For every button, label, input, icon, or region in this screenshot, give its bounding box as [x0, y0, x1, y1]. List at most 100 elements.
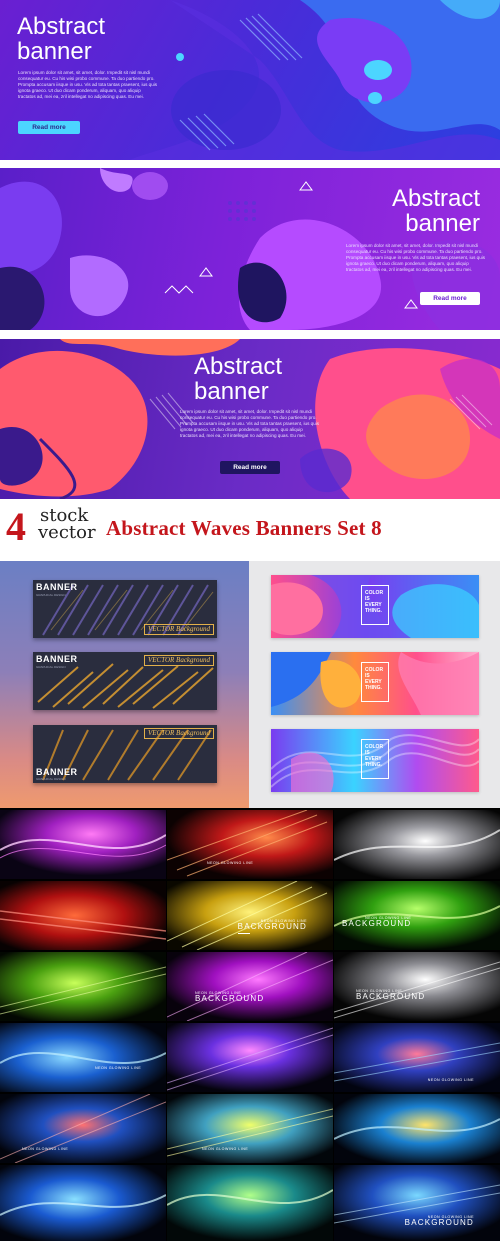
fluid-banner-3-line-4: THING. — [365, 762, 382, 768]
neon-tile-glow — [0, 1023, 166, 1092]
neon-tile — [167, 1023, 333, 1092]
neon-caption-line-1: NEON GLOWING LINE — [427, 1078, 474, 1082]
banner-1-title: Abstract banner — [17, 14, 105, 64]
fluid-banner-2: COLOR IS EVERY THING. — [271, 652, 479, 715]
neon-tile-glow — [167, 810, 333, 879]
neon-tile: NEON GLOWING LINE — [167, 1094, 333, 1163]
fluid-banner-1-line-4: THING. — [365, 608, 382, 614]
neon-tile-glow — [0, 810, 166, 879]
neon-tile-glow — [334, 952, 500, 1021]
banner-3-read-more-button[interactable]: Read more — [220, 461, 280, 474]
neon-tile-glow — [334, 1023, 500, 1092]
neon-caption-line-1: NEON GLOWING LINE — [202, 1147, 249, 1151]
fluid-banner-3: COLOR IS EVERY THING. — [271, 729, 479, 792]
neon-tile-glow — [167, 881, 333, 950]
texture-banner-1-sub: GRAPHICAL DESIGN — [36, 593, 66, 597]
neon-tile-glow — [0, 881, 166, 950]
neon-caption-line-2: BACKGROUND — [195, 994, 265, 1003]
banner-1-body: Lorem ipsum dolor sit amet, sit amet, do… — [18, 70, 158, 99]
neon-tile-glow — [167, 1094, 333, 1163]
neon-tile-glow — [167, 1165, 333, 1241]
neon-tile: NEON GLOWING LINE — [0, 1023, 166, 1092]
preview-page: Abstract banner Lorem ipsum dolor sit am… — [0, 0, 500, 1241]
texture-banner-2-label: BANNER — [36, 654, 78, 664]
logo-number: 4 — [6, 504, 26, 549]
neon-tile: NEON GLOWING LINE — [167, 810, 333, 879]
texture-banner-1: BANNER GRAPHICAL DESIGN VECTOR Backgroun… — [33, 580, 217, 638]
neon-tile — [0, 1165, 166, 1241]
neon-caption-underline — [237, 932, 250, 934]
texture-banner-3-label: BANNER — [36, 767, 78, 777]
banner-3-title: Abstract banner — [194, 354, 282, 404]
abstract-banner-2: Abstract banner Lorem ipsum dolor sit am… — [0, 168, 500, 330]
neon-caption-line-1: NEON GLOWING LINE — [22, 1147, 69, 1151]
neon-tile — [334, 810, 500, 879]
banner-3-title-line-1: Abstract — [194, 353, 283, 380]
neon-tile: NEON GLOWING LINE BACKGROUND — [334, 952, 500, 1021]
texture-banner-1-label: BANNER — [36, 582, 78, 592]
neon-tile-glow — [334, 810, 500, 879]
texture-banner-2-tag: VECTOR Background — [143, 655, 214, 666]
banner-2-title-line-1: Abstract — [391, 185, 480, 212]
neon-tile — [334, 1094, 500, 1163]
fluid-banner-3-textbox: COLOR IS EVERY THING. — [361, 739, 389, 779]
neon-caption: NEON GLOWING LINE — [202, 1147, 248, 1151]
neon-tile — [0, 952, 166, 1021]
neon-caption: NEON GLOWING LINE BACKGROUND — [195, 991, 264, 1003]
banner-1-title-line-1: Abstract — [17, 13, 106, 40]
texture-banner-3: BANNER GRAPHICAL DESIGN VECTOR Backgroun… — [33, 725, 217, 783]
neon-tile-glow — [167, 1023, 333, 1092]
neon-caption: NEON GLOWING LINE — [22, 1147, 68, 1151]
neon-caption-line-2: BACKGROUND — [404, 1218, 474, 1227]
abstract-banner-1: Abstract banner Lorem ipsum dolor sit am… — [0, 0, 500, 160]
banner-2-body: Lorem ipsum dolor sit amet, sit amet, do… — [346, 243, 486, 272]
texture-banner-1-tag: VECTOR Background — [143, 624, 214, 635]
fluid-banner-1-textbox: COLOR IS EVERY THING. — [361, 585, 389, 625]
neon-caption-line-1: NEON GLOWING LINE — [207, 861, 254, 865]
texture-banner-2: BANNER GRAPHICAL DESIGN VECTOR Backgroun… — [33, 652, 217, 710]
page-title: Abstract Waves Banners Set 8 — [106, 516, 382, 540]
fluid-banner-2-line-4: THING. — [365, 685, 382, 691]
texture-banners-preview: BANNER GRAPHICAL DESIGN VECTOR Backgroun… — [0, 561, 249, 808]
neon-tile: NEON GLOWING LINE — [0, 1094, 166, 1163]
neon-tile-glow — [167, 952, 333, 1021]
neon-tile-glow — [334, 1094, 500, 1163]
neon-caption: NEON GLOWING LINE — [95, 1066, 141, 1070]
neon-tile: NEON GLOWING LINE — [334, 1023, 500, 1092]
neon-tile: NEON GLOWING LINE BACKGROUND — [167, 952, 333, 1021]
fluid-banner-1: COLOR IS EVERY THING. — [271, 575, 479, 638]
logo-word-vector: vector — [38, 522, 96, 543]
neon-caption-line-2: BACKGROUND — [342, 919, 412, 928]
neon-caption-line-2: BACKGROUND — [237, 921, 307, 931]
texture-banner-2-sub: GRAPHICAL DESIGN — [36, 665, 66, 669]
neon-tile — [167, 1165, 333, 1241]
neon-tile — [0, 810, 166, 879]
texture-banner-3-tag: VECTOR Background — [143, 728, 214, 739]
neon-caption: NEON GLOWING LINE BACKGROUND — [405, 1215, 474, 1227]
neon-caption: NEON GLOWING LINE BACKGROUND — [356, 989, 425, 1001]
neon-tile-glow — [0, 1094, 166, 1163]
banner-3-title-line-2: banner — [194, 378, 269, 405]
neon-caption: NEON GLOWING LINE BACKGROUND — [237, 919, 307, 934]
neon-tile-glow — [0, 952, 166, 1021]
watermark-title-strip: 4 stock vector Abstract Waves Banners Se… — [0, 499, 500, 561]
neon-tile: NEON GLOWING LINE BACKGROUND — [334, 1165, 500, 1241]
neon-tile — [0, 881, 166, 950]
banner-1-title-line-2: banner — [17, 38, 92, 65]
neon-caption: NEON GLOWING LINE — [428, 1078, 474, 1082]
banner-3-body: Lorem ipsum dolor sit amet, sit amet, do… — [180, 409, 320, 438]
texture-banner-3-sub: GRAPHICAL DESIGN — [36, 777, 66, 781]
neon-tile: NEON GLOWING LINE BACKGROUND — [334, 881, 500, 950]
neon-tile-glow — [334, 1165, 500, 1241]
neon-banners-grid: NEON GLOWING LINE NEON GLOWING LINE BACK… — [0, 808, 500, 1241]
neon-caption: NEON GLOWING LINE BACKGROUND — [342, 916, 411, 928]
banner-1-read-more-button[interactable]: Read more — [18, 121, 80, 134]
neon-tile: NEON GLOWING LINE BACKGROUND — [167, 881, 333, 950]
banner-2-title-line-2: banner — [405, 210, 480, 237]
abstract-banner-3: Abstract banner Lorem ipsum dolor sit am… — [0, 339, 500, 499]
banner-2-title: Abstract banner — [370, 186, 480, 236]
banner-2-read-more-button[interactable]: Read more — [420, 292, 480, 305]
neon-caption-line-2: BACKGROUND — [356, 992, 426, 1001]
fluid-banner-2-textbox: COLOR IS EVERY THING. — [361, 662, 389, 702]
neon-caption-line-1: NEON GLOWING LINE — [95, 1066, 142, 1070]
